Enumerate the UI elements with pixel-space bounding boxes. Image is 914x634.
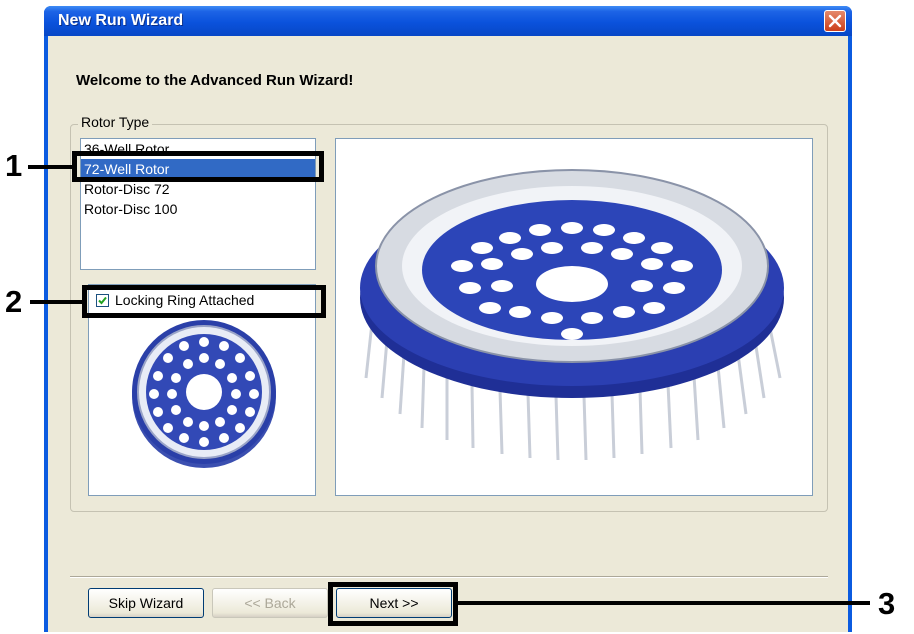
window-title: New Run Wizard — [58, 12, 184, 29]
callout-number-1: 1 — [5, 148, 23, 183]
rotor-image — [360, 169, 784, 461]
callout-number-3: 3 — [878, 586, 896, 621]
callout-line-2 — [30, 300, 84, 304]
rotor-thumbnail-image — [132, 320, 276, 468]
callout-box-locking-ring — [82, 285, 326, 318]
rotor-type-label: Rotor Type — [78, 114, 153, 130]
list-item[interactable]: Rotor-Disc 72 — [81, 179, 315, 199]
close-button[interactable] — [824, 10, 846, 32]
title-bar[interactable]: New Run Wizard — [44, 6, 852, 36]
skip-wizard-button[interactable]: Skip Wizard — [88, 588, 204, 618]
list-item[interactable]: Rotor-Disc 100 — [81, 199, 315, 219]
callout-line-3 — [456, 601, 870, 605]
welcome-heading: Welcome to the Advanced Run Wizard! — [76, 72, 354, 89]
callout-line-1 — [28, 165, 74, 169]
callout-box-next — [328, 582, 458, 626]
close-icon — [828, 14, 842, 28]
button-separator — [70, 576, 828, 578]
list-item-label: Rotor-Disc 72 — [84, 181, 170, 197]
list-item-label: Rotor-Disc 100 — [84, 201, 178, 217]
back-button[interactable]: << Back — [212, 588, 328, 618]
callout-number-2: 2 — [5, 284, 23, 319]
callout-box-rotor — [72, 151, 324, 182]
